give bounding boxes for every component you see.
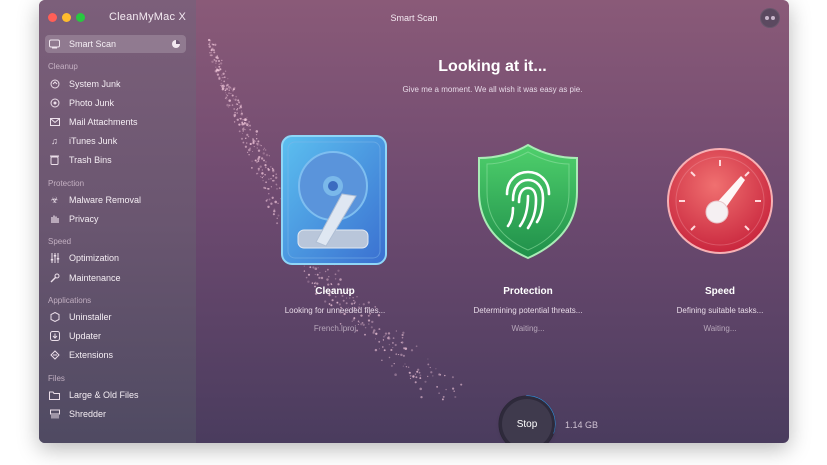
sidebar-item-label: Malware Removal	[69, 195, 142, 205]
app-window: Smart Scan Cleanup System Junk Photo Jun…	[39, 0, 789, 443]
sidebar-item-label: System Junk	[69, 79, 121, 89]
uninstaller-icon	[49, 312, 60, 323]
sidebar-section-protection: Protection	[48, 179, 85, 188]
sidebar-item-label: Optimization	[69, 253, 120, 263]
scan-subline: Give me a moment. We all wish it was eas…	[402, 85, 583, 94]
system-junk-icon	[49, 79, 60, 90]
sidebar-item-maintenance[interactable]: Maintenance	[49, 270, 121, 286]
sidebar-item-label: Smart Scan	[69, 39, 117, 49]
sidebar-section-applications: Applications	[48, 296, 92, 305]
sidebar-item-optimization[interactable]: Optimization	[49, 250, 119, 266]
speed-detail: Waiting...	[703, 324, 737, 333]
smart-scan-icon	[49, 39, 60, 50]
sidebar-item-label: Maintenance	[69, 273, 121, 283]
sidebar-item-malware-removal[interactable]: ☣ Malware Removal	[49, 192, 141, 208]
shield-fingerprint-icon	[478, 143, 578, 260]
sidebar-item-updater[interactable]: Updater	[49, 328, 101, 344]
music-note-icon: ♫	[51, 136, 58, 146]
sidebar-item-label: Updater	[69, 331, 102, 341]
scan-headline: Looking at it...	[438, 58, 547, 75]
photo-junk-icon	[49, 98, 60, 109]
sidebar-section-cleanup: Cleanup	[48, 62, 78, 71]
cleanup-detail: French.lproj	[313, 324, 357, 333]
cleanup-title: Cleanup	[315, 286, 355, 297]
mail-icon	[49, 117, 60, 128]
sidebar-item-label: Trash Bins	[69, 155, 112, 165]
sidebar-item-label: Mail Attachments	[69, 117, 138, 127]
sidebar-item-smart-scan[interactable]: Smart Scan	[49, 36, 116, 52]
biohazard-icon: ☣	[50, 194, 59, 205]
updater-icon	[49, 331, 60, 342]
wrench-icon	[49, 273, 60, 284]
speed-status: Defining suitable tasks...	[676, 306, 764, 315]
pie-progress-icon	[172, 40, 180, 48]
sidebar-item-large-old-files[interactable]: Large & Old Files	[49, 387, 139, 403]
sidebar-item-system-junk[interactable]: System Junk	[49, 76, 121, 92]
speedometer-icon	[667, 148, 773, 254]
hard-drive-icon	[281, 135, 387, 265]
folder-icon	[49, 390, 60, 401]
sidebar-item-label: Large & Old Files	[69, 390, 139, 400]
speed-title: Speed	[704, 286, 735, 297]
scanned-size-label: 1.14 GB	[565, 420, 599, 430]
sidebar-item-extensions[interactable]: Extensions	[49, 347, 113, 363]
sidebar-item-mail-attachments[interactable]: Mail Attachments	[49, 114, 138, 130]
sidebar-item-label: Photo Junk	[69, 98, 115, 108]
sidebar-section-speed: Speed	[48, 237, 72, 246]
protection-title: Protection	[503, 286, 553, 297]
main-panel: Looking at it... Give me a moment. We al…	[196, 0, 789, 443]
sidebar: Smart Scan Cleanup System Junk Photo Jun…	[39, 0, 196, 443]
sliders-icon	[49, 253, 60, 264]
extensions-icon	[49, 350, 60, 361]
sidebar-item-label: Shredder	[69, 409, 107, 419]
sidebar-item-trash-bins[interactable]: Trash Bins	[49, 152, 112, 168]
hand-icon	[49, 214, 60, 225]
sidebar-item-photo-junk[interactable]: Photo Junk	[49, 95, 114, 111]
protection-status: Determining potential threats...	[473, 306, 583, 315]
cleanup-status: Looking for unneeded files...	[284, 306, 386, 315]
protection-detail: Waiting...	[511, 324, 545, 333]
sidebar-item-label: Privacy	[69, 214, 99, 224]
sidebar-item-uninstaller[interactable]: Uninstaller	[49, 309, 112, 325]
sidebar-item-label: iTunes Junk	[69, 136, 118, 146]
shredder-icon	[49, 409, 60, 420]
sidebar-section-files: Files	[48, 374, 65, 383]
stop-button[interactable]: Stop	[502, 399, 552, 443]
sidebar-item-itunes-junk[interactable]: ♫ iTunes Junk	[49, 133, 117, 149]
sidebar-item-label: Extensions	[69, 350, 114, 360]
trash-icon	[49, 155, 60, 166]
sidebar-item-label: Uninstaller	[69, 312, 112, 322]
sidebar-item-privacy[interactable]: Privacy	[49, 211, 99, 227]
sidebar-item-shredder[interactable]: Shredder	[49, 406, 106, 422]
